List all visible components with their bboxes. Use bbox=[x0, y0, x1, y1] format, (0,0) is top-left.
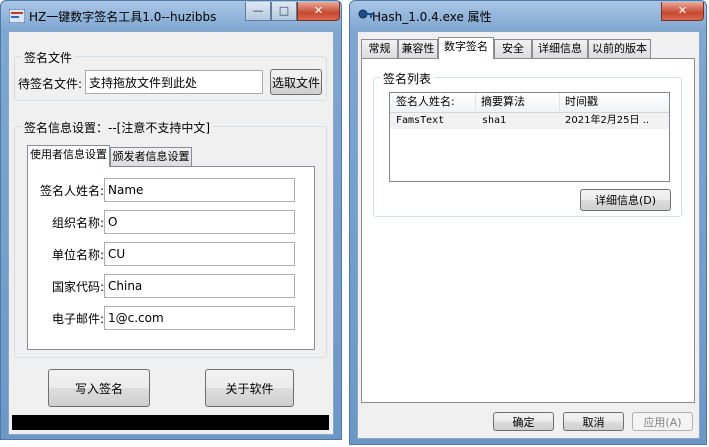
unit-label: 单位名称: bbox=[52, 248, 105, 262]
close-icon: ✕ bbox=[313, 4, 324, 17]
column-digest-algorithm[interactable]: 摘要算法 bbox=[476, 93, 560, 111]
list-header: 签名人姓名: 摘要算法 时间戳 bbox=[390, 93, 669, 113]
organization-label: 组织名称: bbox=[52, 216, 105, 230]
tab-security[interactable]: 安全 bbox=[494, 39, 532, 59]
signature-info-group: 签名信息设置：--[注意不支持中文] 使用者信息设置 颁发者信息设置 签名人姓名… bbox=[14, 119, 327, 358]
window-title: HZ一键数字签名工具1.0--huzibbs bbox=[29, 10, 217, 24]
tab-compatibility[interactable]: 兼容性 bbox=[398, 39, 438, 59]
signature-info-title: 签名信息设置：--[注意不支持中文] bbox=[21, 119, 214, 136]
subject-info-panel: 签名人姓名: 组织名称: 单位名称: 国家代码: 电子邮件: bbox=[27, 166, 315, 350]
title-bar[interactable]: HZ一键数字签名工具1.0--huzibbs — □ ✕ bbox=[1, 1, 341, 31]
table-row[interactable]: FamsText sha1 2021年2月25日 .. bbox=[390, 113, 669, 129]
country-code-input[interactable] bbox=[104, 274, 295, 298]
tab-issuer-info[interactable]: 颁发者信息设置 bbox=[110, 147, 192, 167]
signature-list[interactable]: 签名人姓名: 摘要算法 时间戳 FamsText sha1 2021年2月25日… bbox=[389, 92, 670, 182]
tab-previous-versions[interactable]: 以前的版本 bbox=[588, 39, 651, 59]
write-signature-button[interactable]: 写入签名 bbox=[48, 369, 150, 407]
email-input[interactable] bbox=[104, 306, 295, 330]
properties-window: Hash_1.0.4.exe 属性 ✕ 常规 兼容性 数字签名 安全 详细信息 … bbox=[349, 0, 707, 445]
file-group: 签名文件 待签名文件: 选取文件 bbox=[14, 49, 327, 101]
organization-input[interactable] bbox=[104, 210, 295, 234]
apply-button[interactable]: 应用(A) bbox=[632, 412, 693, 431]
properties-title: Hash_1.0.4.exe 属性 bbox=[372, 10, 492, 24]
maximize-icon: □ bbox=[278, 4, 290, 17]
signature-list-title: 签名列表 bbox=[380, 70, 435, 87]
properties-client: 常规 兼容性 数字签名 安全 详细信息 以前的版本 签名列表 签名人姓名: 摘要… bbox=[357, 31, 700, 439]
signer-name-input[interactable] bbox=[104, 178, 295, 202]
row-digest-algorithm: sha1 bbox=[482, 115, 507, 126]
close-button[interactable]: ✕ bbox=[297, 2, 340, 21]
properties-title-bar[interactable]: Hash_1.0.4.exe 属性 ✕ bbox=[350, 1, 706, 31]
column-timestamp[interactable]: 时间戳 bbox=[560, 93, 669, 111]
country-code-label: 国家代码: bbox=[52, 280, 105, 294]
tab-details[interactable]: 详细信息 bbox=[532, 39, 588, 59]
minimize-icon: — bbox=[252, 4, 264, 17]
email-label: 电子邮件: bbox=[52, 312, 105, 326]
about-button[interactable]: 关于软件 bbox=[205, 369, 294, 407]
file-label: 待签名文件: bbox=[18, 77, 83, 91]
maximize-button[interactable]: □ bbox=[271, 2, 297, 21]
app-icon bbox=[9, 9, 25, 23]
column-signer-name[interactable]: 签名人姓名: bbox=[390, 93, 476, 111]
file-group-title: 签名文件 bbox=[21, 49, 76, 66]
digital-signatures-panel: 签名列表 签名人姓名: 摘要算法 时间戳 FamsText sha1 2021年… bbox=[361, 58, 695, 403]
tab-general[interactable]: 常规 bbox=[361, 39, 398, 59]
close-icon: ✕ bbox=[677, 4, 688, 17]
cancel-button[interactable]: 取消 bbox=[563, 412, 624, 431]
signature-list-group: 签名列表 签名人姓名: 摘要算法 时间戳 FamsText sha1 2021年… bbox=[373, 70, 682, 217]
signature-details-button[interactable]: 详细信息(D) bbox=[580, 189, 671, 211]
ok-button[interactable]: 确定 bbox=[493, 412, 554, 431]
tab-digital-signatures[interactable]: 数字签名 bbox=[438, 37, 494, 59]
row-signer-name: FamsText bbox=[396, 115, 445, 126]
row-timestamp: 2021年2月25日 .. bbox=[565, 115, 650, 126]
signer-name-label: 签名人姓名: bbox=[40, 184, 105, 198]
client-area: 签名文件 待签名文件: 选取文件 签名信息设置：--[注意不支持中文] 使用者信… bbox=[8, 31, 334, 435]
status-bar bbox=[12, 415, 329, 430]
properties-close-button[interactable]: ✕ bbox=[661, 2, 704, 21]
signing-tool-window: HZ一键数字签名工具1.0--huzibbs — □ ✕ 签名文件 待签名文件:… bbox=[0, 0, 342, 440]
file-path-input[interactable] bbox=[85, 70, 263, 94]
unit-input[interactable] bbox=[104, 242, 295, 266]
minimize-button[interactable]: — bbox=[245, 2, 271, 21]
tab-subject-info[interactable]: 使用者信息设置 bbox=[27, 145, 110, 167]
select-file-button[interactable]: 选取文件 bbox=[270, 69, 322, 95]
